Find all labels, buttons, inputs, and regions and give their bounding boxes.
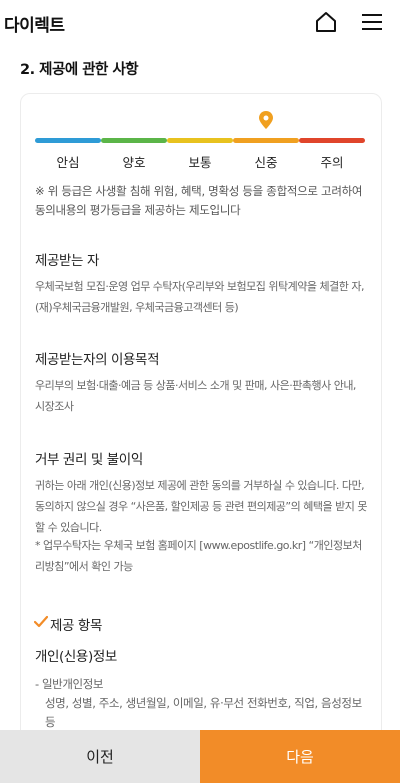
grade-bar-warning (299, 138, 365, 143)
grade-note: ※ 위 등급은 사생활 침해 위험, 혜택, 명확성 등을 종합적으로 고려하여… (35, 184, 363, 217)
grade-label-normal: 보통 (188, 155, 212, 170)
location-pin-icon (259, 111, 273, 129)
prev-button[interactable]: 이전 (0, 730, 200, 783)
refusal-heading: 거부 권리 및 불이익 (35, 452, 143, 468)
refusal-text: 귀하는 아래 개인(신용)정보 제공에 관한 동의를 거부하실 수 있습니다. … (35, 479, 367, 534)
grade-bar-caution (233, 138, 299, 143)
page-title: 다이렉트 (4, 16, 65, 36)
items-list: - 일반개인정보 성명, 성별, 주소, 생년월일, 이메일, 유·무선 전화번… (35, 675, 367, 732)
recipient-heading: 제공받는 자 (35, 253, 99, 269)
grade-bar-good (101, 138, 167, 143)
grade-label-good: 양호 (122, 155, 146, 170)
checkmark-icon (34, 615, 48, 628)
purpose-heading: 제공받는자의 이용목적 (35, 352, 160, 368)
grade-label-safe: 안심 (56, 155, 80, 170)
grade-label-caution: 신중 (254, 155, 278, 170)
grade-bar-normal (167, 138, 233, 143)
home-icon[interactable] (314, 10, 338, 34)
grade-label-warning: 주의 (320, 155, 344, 170)
general-info-detail: 성명, 성별, 주소, 생년월일, 이메일, 유·무선 전화번호, 직업, 음성… (45, 696, 362, 729)
next-button[interactable]: 다음 (200, 730, 400, 783)
grade-bar-safe (35, 138, 101, 143)
purpose-text: 우리부의 보험·대출·예금 등 상품·서비스 소개 및 판매, 사은·판촉행사 … (35, 379, 356, 413)
general-info-label: - 일반개인정보 (35, 677, 104, 691)
items-heading: 제공 항목 (50, 618, 102, 634)
refusal-note: * 업무수탁자는 우체국 보험 홈페이지 [www.epostlife.go.k… (35, 539, 362, 573)
app-header: 다이렉트 (0, 0, 400, 46)
recipient-text: 우체국보험 모집·운영 업무 수탁자(우리부와 보험모집 위탁계약을 체결한 자… (35, 280, 364, 314)
section-title: 2. 제공에 관한 사항 (20, 62, 139, 78)
items-subheading: 개인(신용)정보 (35, 649, 117, 665)
hamburger-menu-icon[interactable] (361, 12, 383, 32)
footer-nav: 이전 다음 (0, 730, 400, 783)
